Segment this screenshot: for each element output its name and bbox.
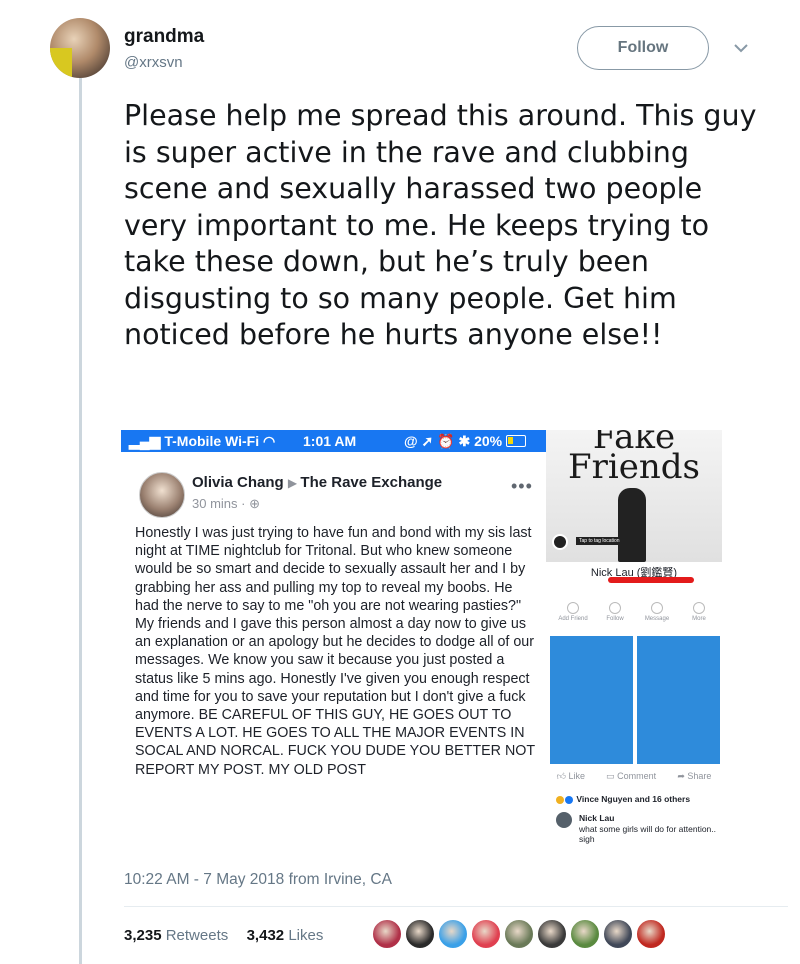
liker-avatar[interactable] [603,919,633,949]
haha-reaction-icon [556,795,564,804]
thread-line [79,78,82,964]
facebook-post-screenshot: ▂▄▆ T-Mobile Wi-Fi ◠ 1:01 AM @ ➚ ⏰ ✱ 20%… [121,430,546,855]
follow-action: Follow [598,602,632,622]
message-screenshots [550,636,720,764]
profile-actions: Add Friend Follow Message More [556,602,716,622]
comment-action: ▭ Comment [606,771,657,781]
status-time: 1:01 AM [303,433,357,449]
message-icon [651,602,663,614]
post-body: Honestly I was just trying to have fun a… [135,525,535,778]
liker-avatar[interactable] [504,919,534,949]
message-screenshot [550,636,633,764]
redaction-mark [608,577,694,583]
cover-title: Fake Friends [568,430,700,487]
more-action: More [682,602,716,622]
comment-icon: ▭ [606,771,615,781]
phone-status-bar: ▂▄▆ T-Mobile Wi-Fi ◠ 1:01 AM @ ➚ ⏰ ✱ 20% [121,430,546,452]
post-author-avatar [139,472,185,518]
add-friend-action: Add Friend [556,602,590,622]
tweet-stats: 3,235 Retweets 3,432 Likes [124,927,323,944]
facebook-profile-screenshot: Fake Friends Nick Lau (劉鑑賢) Add Friend F… [546,430,722,855]
wifi-icon: ◠ [262,433,276,449]
retweet-count[interactable]: 3,235 [124,927,162,944]
like-action: 👍︎ Like [556,771,585,781]
status-icons: @ ➚ ⏰ ✱ 20% [404,433,503,449]
user-handle[interactable]: @xrxsvn [124,54,183,71]
fb-post-actions: 👍︎ Like ▭ Comment ➦ Share [546,771,722,782]
arrow-right-icon: ▶ [287,476,301,490]
carrier-label: ▂▄▆ T-Mobile Wi-Fi ◠ [129,433,276,449]
battery-icon [506,435,526,447]
retweets-label[interactable]: Retweets [166,927,229,944]
share-action: ➦ Share [677,771,712,781]
location-icon: @ ➚ ⏰ ✱ [404,433,471,449]
display-name[interactable]: grandma [124,26,204,48]
more-options-icon: ••• [511,476,533,496]
avatar[interactable] [50,18,110,78]
divider [124,906,788,907]
add-friend-icon [567,602,579,614]
liker-avatar[interactable] [471,919,501,949]
like-count[interactable]: 3,432 [247,927,285,944]
commenter-avatar [556,812,572,828]
share-icon: ➦ [677,771,685,781]
tweet-text: Please help me spread this around. This … [124,99,757,351]
signal-icon: ▂▄▆ [129,433,161,449]
liker-avatar[interactable] [372,919,402,949]
message-action: Message [640,602,674,622]
liker-avatar[interactable] [636,919,666,949]
tweet-media[interactable]: ▂▄▆ T-Mobile Wi-Fi ◠ 1:01 AM @ ➚ ⏰ ✱ 20%… [121,430,722,855]
follow-icon [609,602,621,614]
like-reaction-icon [565,795,573,804]
tap-to-tag-label: Tap to tag location [576,537,623,545]
post-time: 30 mins · ⊕ [192,496,260,511]
chevron-down-icon[interactable] [731,38,751,58]
liker-avatars [372,919,669,949]
location-pin-icon [552,534,568,550]
cover-person [618,488,646,562]
post-author-line: Olivia Chang ▶ The Rave Exchange [192,474,443,491]
follow-button[interactable]: Follow [577,26,709,70]
reactions-line: Vince Nguyen and 16 others [556,794,690,804]
thumbs-up-icon: 👍︎ [556,771,566,781]
liker-avatar[interactable] [537,919,567,949]
comment: Nick Lau what some girls will do for att… [579,813,717,844]
cover-photo: Fake Friends [546,430,722,562]
message-screenshot [637,636,720,764]
liker-avatar[interactable] [438,919,468,949]
likes-label[interactable]: Likes [288,927,323,944]
tweet-timestamp[interactable]: 10:22 AM - 7 May 2018 from Irvine, CA [124,871,392,889]
liker-avatar[interactable] [405,919,435,949]
globe-icon: ⊕ [249,496,260,511]
liker-avatar[interactable] [570,919,600,949]
more-icon [693,602,705,614]
